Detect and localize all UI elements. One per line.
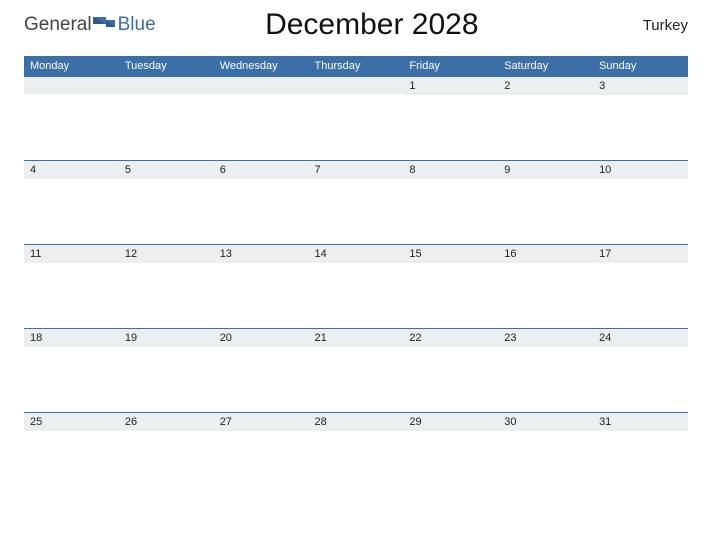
- logo-flag-icon: [92, 15, 116, 35]
- calendar-day-cell: [24, 76, 119, 160]
- day-number: 4: [24, 160, 119, 179]
- day-number: [309, 76, 404, 94]
- calendar-day-cell: 20: [214, 328, 309, 412]
- page-title: December 2028: [116, 8, 628, 42]
- day-number: 23: [498, 328, 593, 347]
- day-number: 8: [403, 160, 498, 179]
- day-number: 9: [498, 160, 593, 179]
- weekday-header: Wednesday: [214, 56, 309, 76]
- calendar-day-cell: 12: [119, 244, 214, 328]
- day-number: 12: [119, 244, 214, 263]
- day-number: [119, 76, 214, 94]
- calendar-day-cell: 13: [214, 244, 309, 328]
- calendar-header-row: Monday Tuesday Wednesday Thursday Friday…: [24, 56, 688, 76]
- day-number: 7: [309, 160, 404, 179]
- calendar-day-cell: 31: [593, 412, 688, 496]
- calendar-table: Monday Tuesday Wednesday Thursday Friday…: [24, 56, 688, 496]
- calendar-week-row: 4 5 6 7 8 9 10: [24, 160, 688, 244]
- weekday-header: Monday: [24, 56, 119, 76]
- calendar-day-cell: 22: [403, 328, 498, 412]
- weekday-header: Sunday: [593, 56, 688, 76]
- day-number: 26: [119, 412, 214, 431]
- calendar-day-cell: 2: [498, 76, 593, 160]
- calendar-day-cell: 23: [498, 328, 593, 412]
- day-number: [214, 76, 309, 94]
- calendar-day-cell: 14: [309, 244, 404, 328]
- calendar-day-cell: 29: [403, 412, 498, 496]
- logo-word-general: General: [24, 14, 92, 36]
- weekday-header: Tuesday: [119, 56, 214, 76]
- calendar-day-cell: 27: [214, 412, 309, 496]
- day-number: 16: [498, 244, 593, 263]
- day-number: 19: [119, 328, 214, 347]
- calendar-day-cell: 6: [214, 160, 309, 244]
- calendar-day-cell: 11: [24, 244, 119, 328]
- day-number: 31: [593, 412, 688, 431]
- day-number: 27: [214, 412, 309, 431]
- calendar-body: 1 2 3 4 5 6 7 8 9 10 11 12 13 14 15 16 1…: [24, 76, 688, 496]
- day-number: 30: [498, 412, 593, 431]
- weekday-header: Thursday: [309, 56, 404, 76]
- day-number: 28: [309, 412, 404, 431]
- weekday-header: Friday: [403, 56, 498, 76]
- day-number: 15: [403, 244, 498, 263]
- calendar-day-cell: 7: [309, 160, 404, 244]
- day-number: 2: [498, 76, 593, 95]
- calendar-week-row: 11 12 13 14 15 16 17: [24, 244, 688, 328]
- calendar-day-cell: 26: [119, 412, 214, 496]
- calendar-week-row: 1 2 3: [24, 76, 688, 160]
- calendar-day-cell: 25: [24, 412, 119, 496]
- weekday-header: Saturday: [498, 56, 593, 76]
- calendar-day-cell: 5: [119, 160, 214, 244]
- day-number: 10: [593, 160, 688, 179]
- calendar-day-cell: 17: [593, 244, 688, 328]
- day-number: 24: [593, 328, 688, 347]
- day-number: 5: [119, 160, 214, 179]
- calendar-day-cell: 8: [403, 160, 498, 244]
- calendar-day-cell: 24: [593, 328, 688, 412]
- calendar-day-cell: [119, 76, 214, 160]
- day-number: 11: [24, 244, 119, 263]
- calendar-page: General Blue December 2028 Turkey Monday…: [0, 0, 712, 516]
- calendar-day-cell: 4: [24, 160, 119, 244]
- day-number: 3: [593, 76, 688, 95]
- day-number: [24, 76, 119, 94]
- header: General Blue December 2028 Turkey: [24, 8, 688, 42]
- day-number: 25: [24, 412, 119, 431]
- calendar-day-cell: 10: [593, 160, 688, 244]
- calendar-week-row: 18 19 20 21 22 23 24: [24, 328, 688, 412]
- calendar-day-cell: 16: [498, 244, 593, 328]
- calendar-week-row: 25 26 27 28 29 30 31: [24, 412, 688, 496]
- day-number: 21: [309, 328, 404, 347]
- day-number: 13: [214, 244, 309, 263]
- calendar-day-cell: 3: [593, 76, 688, 160]
- day-number: 20: [214, 328, 309, 347]
- day-number: 18: [24, 328, 119, 347]
- calendar-day-cell: 15: [403, 244, 498, 328]
- calendar-day-cell: 28: [309, 412, 404, 496]
- calendar-day-cell: [214, 76, 309, 160]
- day-number: 1: [403, 76, 498, 95]
- day-number: 6: [214, 160, 309, 179]
- day-number: 17: [593, 244, 688, 263]
- calendar-day-cell: 9: [498, 160, 593, 244]
- calendar-day-cell: [309, 76, 404, 160]
- calendar-day-cell: 19: [119, 328, 214, 412]
- country-label: Turkey: [628, 17, 688, 34]
- day-number: 14: [309, 244, 404, 263]
- calendar-day-cell: 1: [403, 76, 498, 160]
- calendar-day-cell: 21: [309, 328, 404, 412]
- calendar-day-cell: 30: [498, 412, 593, 496]
- calendar-day-cell: 18: [24, 328, 119, 412]
- day-number: 22: [403, 328, 498, 347]
- day-number: 29: [403, 412, 498, 431]
